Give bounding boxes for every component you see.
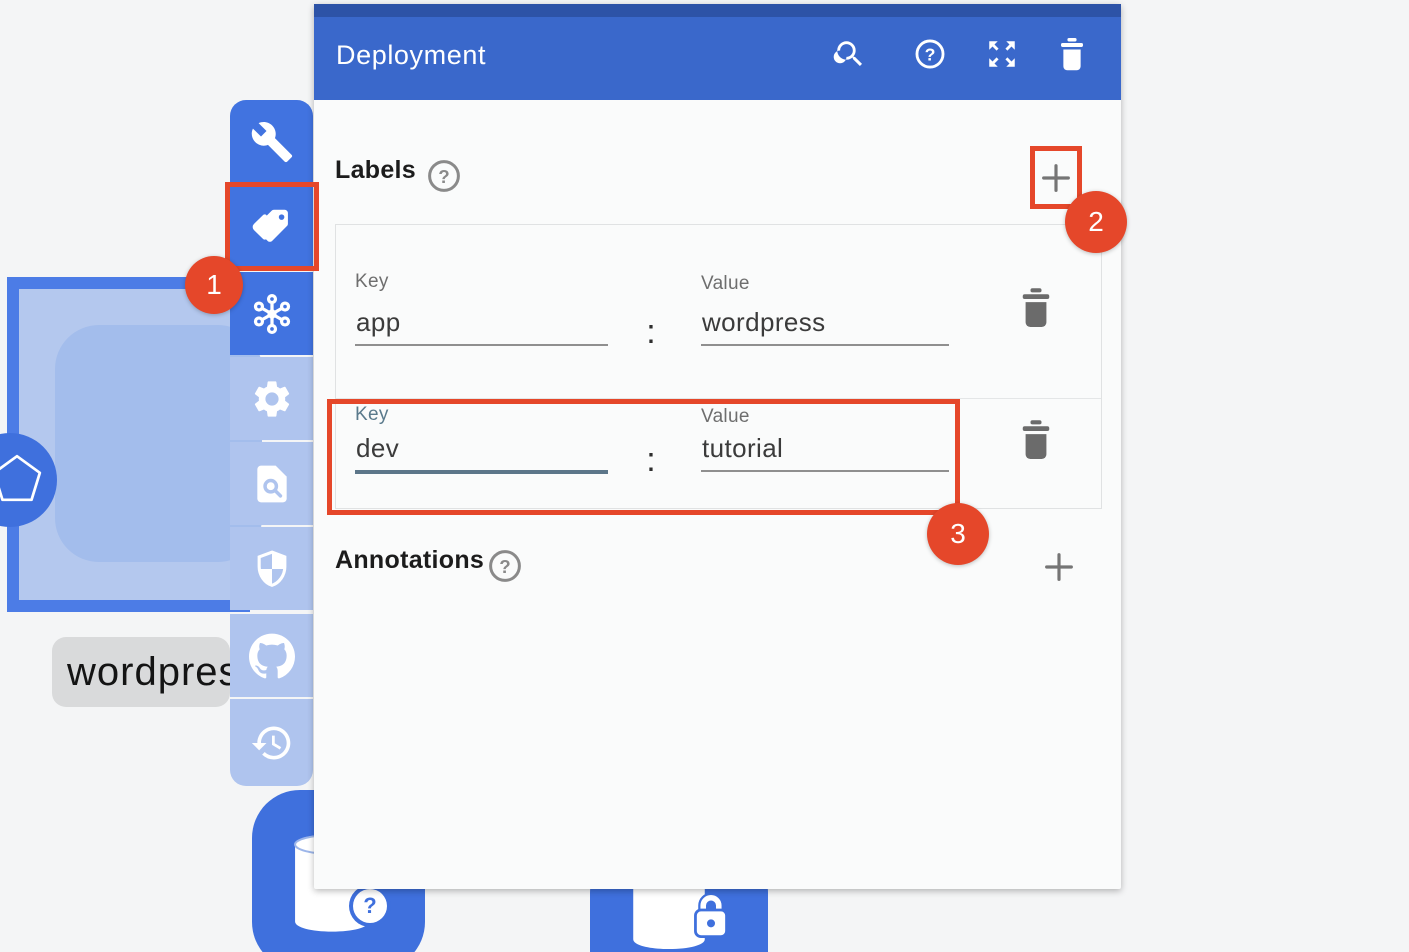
step-number: 1 <box>206 269 222 301</box>
toolbar-item-file-search[interactable] <box>230 442 313 525</box>
step-number: 2 <box>1088 206 1104 238</box>
step-number: 3 <box>950 518 966 550</box>
value-input[interactable] <box>701 307 949 346</box>
label-row: Key : Value <box>336 225 1101 398</box>
panel-title: Deployment <box>336 40 486 71</box>
labels-help-icon[interactable]: ? <box>426 158 462 194</box>
svg-text:?: ? <box>438 166 449 187</box>
panel-header: Deployment ? <box>314 4 1121 100</box>
document-search-icon <box>250 462 294 506</box>
question-glyph: ? <box>363 893 376 919</box>
shield-icon <box>250 547 294 591</box>
expand-icon[interactable] <box>985 37 1019 71</box>
annotations-heading: Annotations <box>335 546 484 575</box>
delete-label-icon[interactable] <box>1017 419 1055 460</box>
key-input[interactable] <box>355 307 608 346</box>
svg-text:?: ? <box>499 556 510 577</box>
github-icon <box>249 633 295 679</box>
header-accent-strip <box>314 4 1121 17</box>
toolbar-item-security[interactable] <box>230 527 313 610</box>
step-marker-3: 3 <box>927 503 989 565</box>
pentagon-icon <box>0 453 44 503</box>
key-value-separator: : <box>636 313 666 352</box>
wrench-icon <box>250 120 294 164</box>
app-canvas: wordpress ? <box>0 0 1409 952</box>
node-name-chip: wordpress <box>52 637 230 707</box>
toolbar-item-build[interactable] <box>230 100 313 183</box>
hub-icon <box>249 291 295 337</box>
annotations-help-icon[interactable]: ? <box>487 548 523 584</box>
highlight-box-labels-tool <box>225 182 319 271</box>
toolbar-item-settings[interactable] <box>230 357 313 440</box>
deployment-node[interactable] <box>7 277 250 612</box>
svg-text:?: ? <box>925 45 936 65</box>
lock-icon <box>692 890 730 940</box>
help-icon[interactable]: ? <box>913 37 947 71</box>
step-marker-2: 2 <box>1065 191 1127 253</box>
value-label: Value <box>701 273 750 295</box>
labels-heading: Labels <box>335 156 416 185</box>
toolbar-item-github[interactable] <box>230 614 313 697</box>
add-annotation-button[interactable] <box>1039 547 1079 587</box>
toolbar-item-history[interactable] <box>230 699 313 786</box>
delete-label-icon[interactable] <box>1017 287 1055 328</box>
key-label: Key <box>355 271 389 293</box>
highlight-box-label-row <box>327 399 960 515</box>
step-marker-1: 1 <box>185 256 243 314</box>
gear-icon <box>250 377 294 421</box>
delete-node-icon[interactable] <box>1055 37 1089 71</box>
node-name-text: wordpress <box>67 650 230 694</box>
unknown-status-badge: ? <box>353 889 387 923</box>
history-icon <box>250 721 294 765</box>
search-icon[interactable] <box>833 37 867 71</box>
